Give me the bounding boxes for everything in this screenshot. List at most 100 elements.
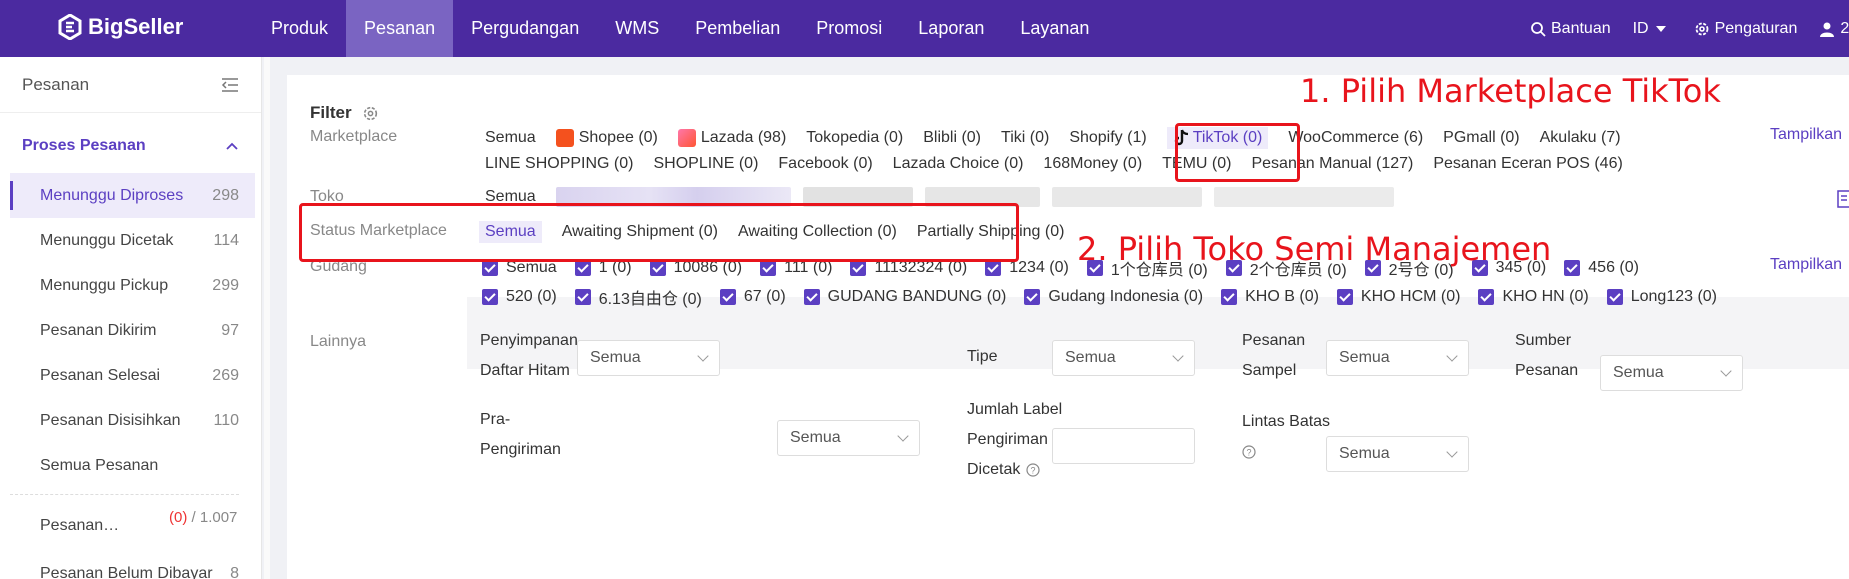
- settings-link[interactable]: Pengaturan: [1694, 19, 1798, 38]
- sidebar-item-menunggu-dicetak[interactable]: Menunggu Dicetak 114: [0, 218, 261, 263]
- gudang-checkbox[interactable]: 6.13自由仓 (0): [574, 285, 702, 309]
- tampilkan-marketplace-link[interactable]: Tampilkan: [1770, 126, 1842, 144]
- sidebar-item-label: Pesanan Belum Dibayar: [40, 565, 213, 579]
- lintas-batas-select[interactable]: Semua: [1326, 436, 1469, 472]
- pesanan-sampel-select[interactable]: Semua: [1326, 340, 1469, 376]
- label-line: Sumber: [1515, 332, 1572, 349]
- select-value: Semua: [590, 349, 641, 366]
- count-red: (0): [169, 509, 188, 526]
- sidebar-item-count: (0) / 1.007: [169, 507, 239, 529]
- user-label: 2(: [1840, 19, 1849, 37]
- sidebar-divider: [10, 494, 239, 495]
- gudang-checkbox[interactable]: GUDANG BANDUNG (0): [803, 288, 1006, 306]
- tipe-select[interactable]: Semua: [1052, 340, 1195, 376]
- filter-title: Filter: [310, 103, 379, 123]
- help-circle-icon[interactable]: ?: [1026, 463, 1040, 477]
- pra-pengiriman-select[interactable]: Semua: [777, 420, 920, 456]
- menu-layanan[interactable]: Layanan: [1002, 0, 1107, 57]
- sidebar-item-pesanan-dikirim[interactable]: Pesanan Dikirim 97: [0, 308, 261, 353]
- label-line: Sampel: [1242, 362, 1297, 379]
- section-label: Proses Pesanan: [22, 137, 146, 154]
- checkbox-label: 67 (0): [743, 288, 786, 305]
- menu-promosi[interactable]: Promosi: [798, 0, 900, 57]
- pra-pengiriman-label: Pra- Pengiriman: [480, 405, 561, 465]
- tampilkan-gudang-link[interactable]: Tampilkan: [1770, 256, 1842, 274]
- checkbox-label: KHO B (0): [1245, 288, 1319, 305]
- marketplace-tiki[interactable]: Tiki (0): [1001, 129, 1049, 147]
- marketplace-lazada[interactable]: Lazada (98): [677, 129, 786, 147]
- penyimpanan-label: Penyimpanan Daftar Hitam: [480, 326, 578, 386]
- gear-icon[interactable]: [362, 105, 379, 122]
- sidebar-item-pesanan-belum-dibayar[interactable]: Pesanan Belum Dibayar 8: [0, 556, 261, 579]
- blurred-store-option[interactable]: [1051, 187, 1202, 207]
- marketplace-168money[interactable]: 168Money (0): [1043, 155, 1142, 173]
- menu-wms[interactable]: WMS: [597, 0, 677, 57]
- label-line: Lintas Batas: [1242, 413, 1331, 430]
- sidebar-item-count: 298: [212, 186, 239, 204]
- sidebar-scrollbar[interactable]: [264, 57, 270, 579]
- marketplace-lazada-choice[interactable]: Lazada Choice (0): [893, 155, 1024, 173]
- menu-pergudangan[interactable]: Pergudangan: [453, 0, 597, 57]
- marketplace-shopee[interactable]: Shopee (0): [555, 129, 658, 147]
- marketplace-woocommerce[interactable]: WooCommerce (6): [1288, 129, 1423, 147]
- gudang-checkbox[interactable]: KHO HCM (0): [1336, 288, 1460, 306]
- marketplace-blibli[interactable]: Blibli (0): [923, 129, 981, 147]
- marketplace-tokopedia[interactable]: Tokopedia (0): [806, 129, 903, 147]
- marketplace-pesanan-eceran-pos[interactable]: Pesanan Eceran POS (46): [1433, 155, 1622, 173]
- marketplace-akulaku[interactable]: Akulaku (7): [1540, 129, 1621, 147]
- checkbox-label: 1234 (0): [1009, 259, 1069, 276]
- sidebar-section-proses-pesanan[interactable]: Proses Pesanan: [0, 131, 261, 161]
- gudang-checkbox[interactable]: 520 (0): [482, 288, 557, 306]
- select-value: Semua: [1613, 364, 1664, 381]
- sidebar-item-pesanan-truncated[interactable]: Pesanan… (0) / 1.007: [0, 501, 261, 556]
- sidebar-item-pesanan-disisihkan[interactable]: Pesanan Disisihkan 110: [0, 398, 261, 443]
- collapse-sidebar-icon[interactable]: [221, 77, 239, 93]
- gudang-checkbox[interactable]: KHO HN (0): [1478, 288, 1589, 306]
- gudang-checkbox[interactable]: 456 (0): [1564, 259, 1639, 277]
- sidebar-item-menunggu-diproses[interactable]: Menunggu Diproses 298: [10, 173, 255, 218]
- label-line: Daftar Hitam: [480, 362, 570, 379]
- sidebar-item-pesanan-selesai[interactable]: Pesanan Selesai 269: [0, 353, 261, 398]
- chevron-down-icon: [1720, 365, 1732, 377]
- sidebar-item-label: Pesanan…: [40, 517, 120, 534]
- gudang-checkbox[interactable]: KHO B (0): [1221, 288, 1319, 306]
- marketplace-shopline[interactable]: SHOPLINE (0): [653, 155, 758, 173]
- chevron-down-icon: [1446, 446, 1458, 458]
- list-filter-icon[interactable]: [1837, 190, 1849, 208]
- marketplace-pgmall[interactable]: PGmall (0): [1443, 129, 1519, 147]
- search-icon: [1531, 21, 1546, 37]
- marketplace-line-shopping[interactable]: LINE SHOPPING (0): [485, 155, 633, 173]
- blurred-store-option[interactable]: [1213, 187, 1394, 207]
- nav-right: Bantuan ID Pengaturan 2(: [1530, 0, 1849, 57]
- lazada-icon: [677, 129, 696, 147]
- penyimpanan-select[interactable]: Semua: [577, 340, 720, 376]
- gudang-checkbox[interactable]: 67 (0): [719, 288, 786, 306]
- help-circle-icon[interactable]: ?: [1242, 445, 1256, 459]
- menu-pesanan[interactable]: Pesanan: [346, 0, 454, 57]
- language-select[interactable]: ID: [1633, 20, 1672, 38]
- help-link[interactable]: Bantuan: [1530, 20, 1611, 38]
- gudang-checkbox[interactable]: Gudang Indonesia (0): [1024, 288, 1203, 306]
- checkbox-checked: [803, 289, 820, 305]
- marketplace-facebook[interactable]: Facebook (0): [778, 155, 872, 173]
- menu-produk[interactable]: Produk: [253, 0, 346, 57]
- sumber-pesanan-select[interactable]: Semua: [1600, 355, 1743, 391]
- sidebar-item-menunggu-pickup[interactable]: Menunggu Pickup 299: [0, 263, 261, 308]
- user-menu[interactable]: 2(: [1819, 20, 1849, 38]
- menu-laporan[interactable]: Laporan: [900, 0, 1002, 57]
- brand-logo[interactable]: BigSeller: [58, 14, 183, 40]
- gudang-checkbox[interactable]: Long123 (0): [1606, 288, 1718, 306]
- checkbox-checked: [574, 260, 591, 276]
- menu-pembelian[interactable]: Pembelian: [677, 0, 798, 57]
- annotation-step2: 2. Pilih Toko Semi Manajemen: [1077, 230, 1552, 268]
- marketplace-semua[interactable]: Semua: [485, 129, 536, 147]
- checkbox-label: Gudang Indonesia (0): [1048, 288, 1204, 305]
- jumlah-label-input[interactable]: [1052, 428, 1195, 464]
- annotation-step1: 1. Pilih Marketplace TikTok: [1300, 72, 1721, 110]
- chevron-down-icon: [897, 430, 909, 442]
- sidebar-item-semua-pesanan[interactable]: Semua Pesanan: [0, 443, 261, 488]
- marketplace-shopify[interactable]: Shopify (1): [1069, 129, 1146, 147]
- settings-label: Pengaturan: [1714, 19, 1798, 37]
- checkbox-label: 6.13自由仓 (0): [598, 291, 702, 308]
- checkbox-label: Long123 (0): [1630, 288, 1718, 305]
